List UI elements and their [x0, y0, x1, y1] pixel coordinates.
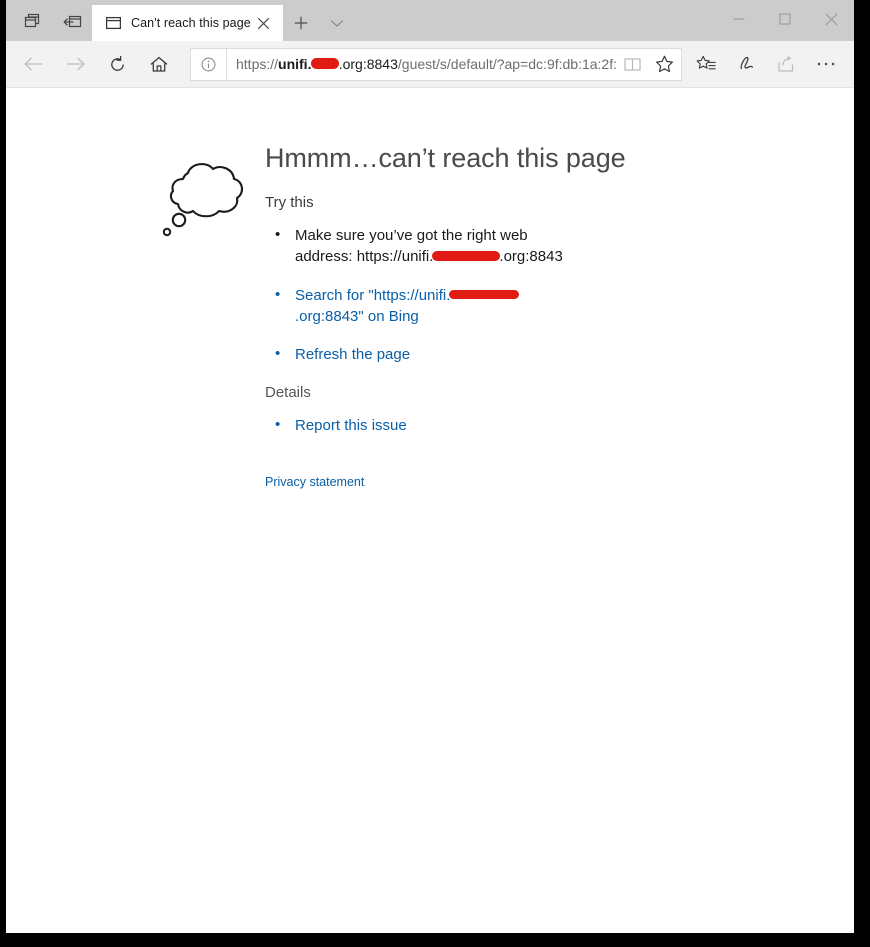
details-list: Report this issue [269, 414, 677, 436]
close-window-button[interactable] [808, 0, 854, 38]
chevron-down-icon[interactable] [319, 5, 355, 41]
browser-toolbar: https://unifi. .org:8843/guest/s/default/… [6, 41, 854, 88]
redaction-mark-body-2 [449, 290, 520, 300]
edge-browser-window: Can't reach this page https:// unifi. .o… [6, 0, 854, 933]
tabstrip-left-buttons [6, 0, 92, 41]
check-address-text-after: .org:8843 [499, 248, 563, 266]
share-icon[interactable] [766, 45, 806, 83]
minimize-button[interactable] [716, 0, 762, 38]
url-scheme: https:// [236, 56, 279, 72]
web-note-icon[interactable] [726, 45, 766, 83]
window-controls [716, 0, 854, 38]
privacy-statement-link[interactable]: Privacy statement [265, 475, 364, 489]
suggestion-list: Make sure you’ve got the right web addre… [269, 224, 677, 365]
list-item-report-issue[interactable]: Report this issue [269, 414, 569, 436]
forward-button[interactable] [54, 45, 96, 83]
url-path: /guest/s/default/?ap=dc:9f:db:1a:2f: [397, 56, 617, 72]
home-icon[interactable] [138, 45, 180, 83]
redaction-mark-url [311, 58, 339, 69]
search-bing-text-before: Search for "https://unifi. [295, 286, 451, 304]
set-tabs-aside-icon[interactable] [52, 4, 92, 38]
tab-title: Can't reach this page [131, 16, 251, 30]
refresh-button[interactable] [96, 45, 138, 83]
url-text[interactable]: https://unifi. .org:8843/guest/s/default/… [227, 56, 617, 72]
favorites-hub-icon[interactable] [686, 45, 726, 83]
page-title: Hmmm…can’t reach this page [265, 143, 626, 173]
tab-close-icon[interactable] [251, 10, 277, 36]
url-host-suffix-bold: .org:8843 [338, 56, 398, 72]
page-content: Hmmm…can’t reach this page Try this Make… [6, 88, 854, 933]
back-button[interactable] [12, 45, 54, 83]
redaction-mark-body-1 [432, 251, 501, 262]
favorite-star-icon[interactable] [647, 49, 681, 80]
report-issue-link[interactable]: Report this issue [295, 417, 407, 434]
tab-preview-icon[interactable] [12, 4, 52, 38]
thought-cloud-icon [157, 143, 253, 239]
address-bar[interactable]: https://unifi. .org:8843/guest/s/default/… [190, 47, 682, 81]
reading-view-icon[interactable] [617, 49, 647, 80]
list-item-search-bing[interactable]: Search for "https://unifi. .org:8843" on … [269, 284, 569, 328]
screenshot-root: Can't reach this page https:// unifi. .o… [0, 0, 870, 947]
refresh-page-link[interactable]: Refresh the page [295, 346, 410, 363]
list-item-check-address: Make sure you’ve got the right web addre… [269, 224, 569, 268]
error-container: Hmmm…can’t reach this page Try this Make… [157, 143, 677, 491]
tab-strip: Can't reach this page [6, 0, 854, 41]
list-item-refresh-page[interactable]: Refresh the page [269, 343, 569, 365]
window-glyph-icon [104, 14, 122, 32]
search-bing-text-after: .org:8843" on Bing [295, 307, 419, 325]
error-body: Hmmm…can’t reach this page Try this Make… [265, 143, 677, 491]
maximize-button[interactable] [762, 0, 808, 38]
url-host: unifi. [278, 56, 312, 72]
details-heading: Details [265, 383, 311, 401]
search-bing-link[interactable]: Search for "https://unifi. .org:8843" on … [295, 286, 520, 325]
try-this-heading: Try this [265, 194, 314, 212]
new-tab-button[interactable] [283, 5, 319, 41]
site-info-icon[interactable] [191, 48, 227, 80]
settings-more-icon[interactable] [806, 45, 846, 83]
browser-tab[interactable]: Can't reach this page [92, 5, 283, 41]
